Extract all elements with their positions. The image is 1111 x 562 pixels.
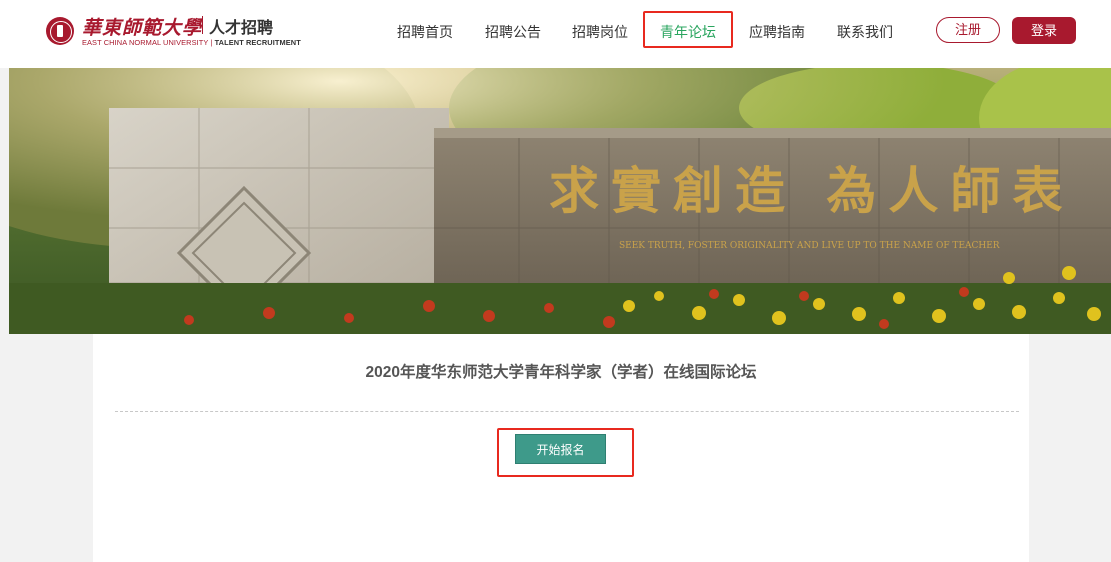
nav-highlight-box bbox=[643, 11, 733, 48]
register-button[interactable]: 注册 bbox=[936, 17, 1000, 43]
dashed-divider bbox=[115, 411, 1019, 412]
logo-subtitle: 人才招聘 bbox=[209, 20, 274, 37]
logo-name-en: EAST CHINA NORMAL UNIVERSITY | TALENT RE… bbox=[82, 38, 301, 47]
site-header: 華東師範大學 人才招聘 EAST CHINA NORMAL UNIVERSITY… bbox=[0, 0, 1111, 68]
nav-item-guide[interactable]: 应聘指南 bbox=[749, 22, 805, 42]
logo-separator bbox=[202, 16, 203, 34]
login-button[interactable]: 登录 bbox=[1012, 17, 1076, 44]
campus-banner-image: 求實創造 為人師表 SEEK TRUTH, FOSTER ORIGINALITY… bbox=[9, 68, 1111, 334]
banner-motto-en: SEEK TRUTH, FOSTER ORIGINALITY AND LIVE … bbox=[619, 241, 1000, 251]
university-seal-icon bbox=[46, 17, 74, 45]
nav-item-positions[interactable]: 招聘岗位 bbox=[572, 22, 628, 42]
nav-item-home[interactable]: 招聘首页 bbox=[397, 22, 453, 42]
nav-item-announcements[interactable]: 招聘公告 bbox=[485, 22, 541, 42]
university-logo[interactable]: 華東師範大學 人才招聘 EAST CHINA NORMAL UNIVERSITY… bbox=[46, 13, 356, 53]
banner-calligraphy: 求實創造 為人師表 bbox=[549, 161, 1074, 220]
forum-title: 2020年度华东师范大学青年科学家（学者）在线国际论坛 bbox=[365, 364, 757, 381]
forum-content-panel: 2020年度华东师范大学青年科学家（学者）在线国际论坛 开始报名 bbox=[93, 334, 1029, 562]
logo-name-cn: 華東師範大學 bbox=[82, 17, 203, 39]
banner-illustration: 求實創造 為人師表 SEEK TRUTH, FOSTER ORIGINALITY… bbox=[9, 68, 1111, 334]
start-button-highlight-box bbox=[497, 428, 634, 477]
nav-item-contact[interactable]: 联系我们 bbox=[837, 22, 893, 42]
